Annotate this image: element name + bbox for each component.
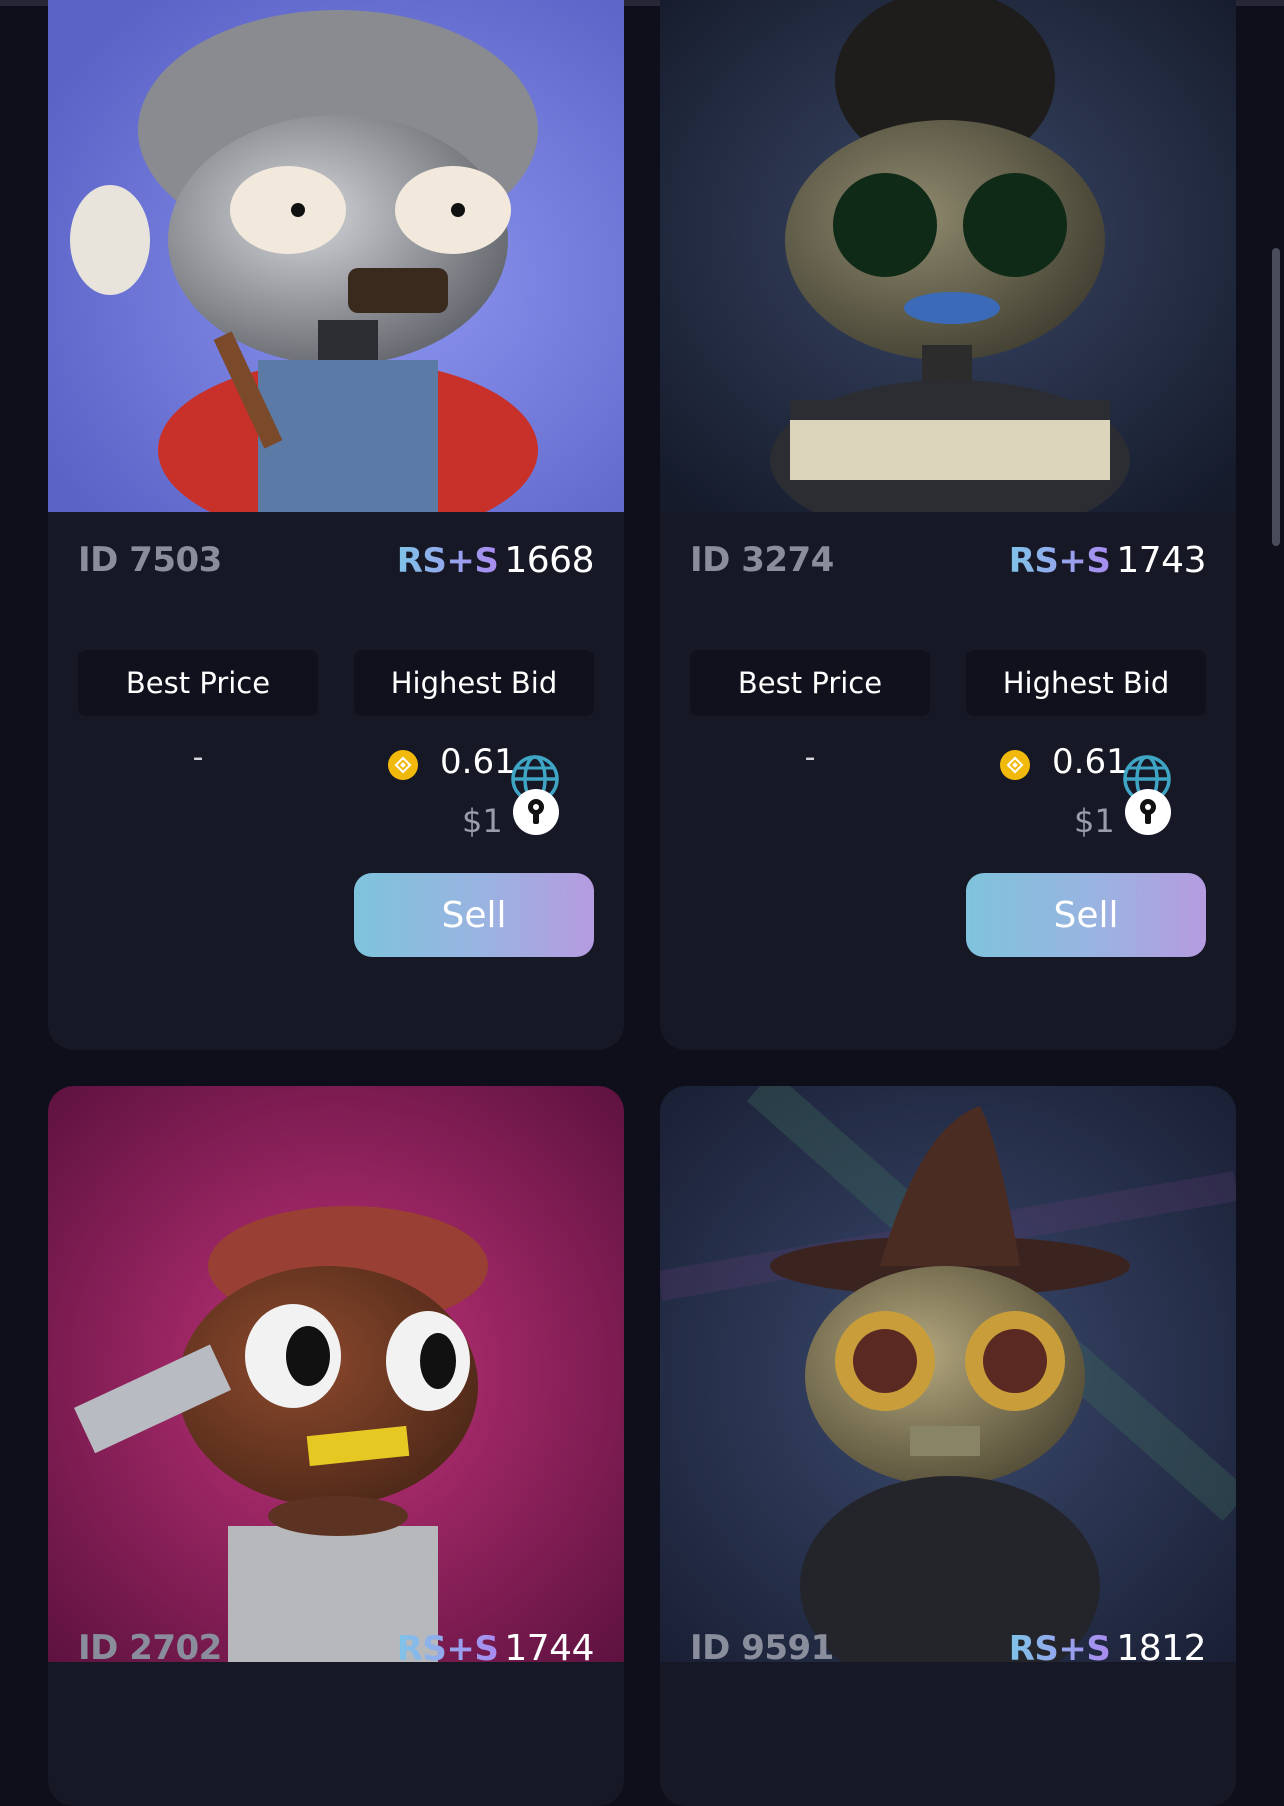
price-tabs: Best Price Highest Bid: [690, 650, 1206, 716]
tab-best-price[interactable]: Best Price: [690, 650, 930, 716]
card-info-row: ID 7503 RS+S 1668: [78, 534, 594, 586]
tab-highest-bid[interactable]: Highest Bid: [966, 650, 1206, 716]
rs-value: 1743: [1116, 539, 1206, 581]
nft-id-label: ID 7503: [78, 540, 222, 580]
nft-artwork[interactable]: [48, 1086, 624, 1662]
lock-badge-icon: [1125, 789, 1171, 835]
rs-value: 1812: [1116, 1627, 1206, 1669]
price-values: - 0.61 $1: [78, 740, 594, 850]
nft-card[interactable]: ID 2702 RS+S 1744: [48, 1086, 624, 1806]
rs-label: RS+S: [1008, 1628, 1111, 1669]
nft-id-label: ID 2702: [78, 1628, 222, 1668]
highest-bid-amount: 0.61: [1052, 742, 1128, 782]
card-info-row: ID 9591 RS+S 1812: [690, 1622, 1206, 1674]
highest-bid-block: 0.61 $1: [966, 740, 1206, 850]
best-price-value: -: [804, 740, 816, 775]
rs-label: RS+S: [396, 1628, 499, 1669]
rs-label: RS+S: [396, 540, 499, 581]
highest-bid-block: 0.61 $1: [354, 740, 594, 850]
highest-bid-usd: $1: [1074, 802, 1115, 840]
sell-button[interactable]: Sell: [966, 873, 1206, 957]
price-values: - 0.61 $1: [690, 740, 1206, 850]
nft-artwork[interactable]: [48, 0, 624, 512]
rs-score: RS+S 1744: [396, 1627, 595, 1669]
card-info-row: ID 2702 RS+S 1744: [78, 1622, 594, 1674]
nft-artwork[interactable]: [660, 1086, 1236, 1662]
robot-artwork-image: [48, 1086, 624, 1662]
highest-bid-usd: $1: [462, 802, 503, 840]
price-tabs: Best Price Highest Bid: [78, 650, 594, 716]
nft-id-label: ID 3274: [690, 540, 834, 580]
lock-badge-icon: [513, 789, 559, 835]
card-info-row: ID 3274 RS+S 1743: [690, 534, 1206, 586]
nft-id-label: ID 9591: [690, 1628, 834, 1668]
bnb-coin-icon: [1000, 750, 1030, 780]
nft-artwork[interactable]: [660, 0, 1236, 512]
rs-score: RS+S 1668: [396, 539, 595, 581]
nft-card[interactable]: ID 9591 RS+S 1812: [660, 1086, 1236, 1806]
bnb-coin-icon: [388, 750, 418, 780]
robot-artwork-image: [660, 0, 1236, 512]
rs-score: RS+S 1812: [1008, 1627, 1207, 1669]
rs-value: 1668: [504, 539, 594, 581]
highest-bid-amount: 0.61: [440, 742, 516, 782]
best-price-value: -: [192, 740, 204, 775]
tab-highest-bid[interactable]: Highest Bid: [354, 650, 594, 716]
scrollbar-thumb[interactable]: [1272, 248, 1280, 546]
scrollbar[interactable]: [1266, 0, 1284, 1770]
rs-label: RS+S: [1008, 540, 1111, 581]
nft-card[interactable]: ID 3274 RS+S 1743 Best Price Highest Bid…: [660, 0, 1236, 1050]
nft-card[interactable]: ID 7503 RS+S 1668 Best Price Highest Bid…: [48, 0, 624, 1050]
robot-artwork-image: [660, 1086, 1236, 1662]
rs-value: 1744: [504, 1627, 594, 1669]
tab-best-price[interactable]: Best Price: [78, 650, 318, 716]
sell-button[interactable]: Sell: [354, 873, 594, 957]
rs-score: RS+S 1743: [1008, 539, 1207, 581]
robot-artwork-image: [48, 0, 624, 512]
